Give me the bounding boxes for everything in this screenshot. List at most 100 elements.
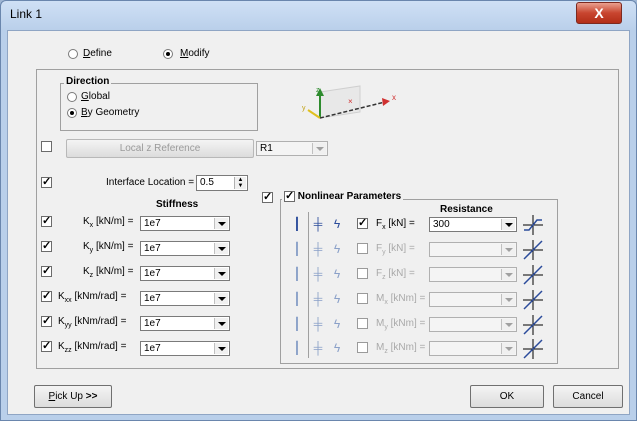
stiffness-ky-combo[interactable]: 1e7: [140, 241, 230, 256]
gap-icon[interactable]: ϟ: [330, 292, 344, 306]
nonlinear-legend: ✓ Nonlinear Parameters: [282, 191, 404, 205]
damper-icon[interactable]: ╪: [311, 317, 325, 331]
damper-icon[interactable]: ╪: [311, 242, 325, 256]
chevron-down-icon[interactable]: [214, 343, 228, 354]
separator: [308, 212, 309, 358]
resistance-fz-combo[interactable]: [429, 267, 517, 282]
axes-icon: z x y ×: [302, 85, 396, 119]
chevron-down-icon[interactable]: [214, 318, 228, 329]
resistance-mz-combo[interactable]: [429, 341, 517, 356]
chevron-down-icon[interactable]: [312, 143, 326, 154]
damper-icon[interactable]: ╪: [311, 217, 325, 231]
define-label[interactable]: Define: [83, 48, 112, 59]
chevron-down-icon[interactable]: [214, 243, 228, 254]
chevron-down-icon[interactable]: [501, 244, 515, 255]
gap-icon[interactable]: ϟ: [330, 242, 344, 256]
stiffness-kyy-checkbox[interactable]: ✓: [41, 316, 52, 327]
resistance-mx-checkbox[interactable]: [357, 293, 368, 304]
resistance-fx-label: Fx [kN] =: [376, 218, 415, 231]
linear-curve-icon: [523, 240, 543, 260]
axis-z-label: z: [316, 87, 320, 94]
close-button[interactable]: X: [576, 2, 622, 24]
stiffness-kz-checkbox[interactable]: ✓: [41, 266, 52, 277]
local-z-combo[interactable]: R1: [256, 141, 328, 156]
chevron-down-icon[interactable]: [214, 268, 228, 279]
resistance-fz-checkbox[interactable]: [357, 268, 368, 279]
title-bar[interactable]: Link 1 X: [1, 1, 636, 29]
axis-y-label: y: [302, 105, 306, 112]
resistance-fy-combo[interactable]: [429, 242, 517, 257]
define-radio[interactable]: [68, 49, 78, 59]
resistance-mx-combo[interactable]: [429, 292, 517, 307]
resistance-my-combo[interactable]: [429, 317, 517, 332]
global-label[interactable]: Global: [81, 91, 110, 102]
cancel-button[interactable]: Cancel: [553, 385, 623, 408]
stiffness-kzz-combo[interactable]: 1e7: [140, 341, 230, 356]
spring-icon[interactable]: ┃: [290, 341, 304, 355]
spin-arrows-icon[interactable]: ▲ ▼: [234, 177, 246, 189]
gap-icon[interactable]: ϟ: [330, 317, 344, 331]
gap-icon[interactable]: ϟ: [330, 217, 344, 231]
interface-checkbox[interactable]: ✓: [41, 177, 52, 188]
chevron-down-icon[interactable]: [501, 294, 515, 305]
local-z-reference-button[interactable]: Local z Reference: [66, 139, 254, 158]
window-title: Link 1: [10, 7, 43, 21]
stiffness-kzz-checkbox[interactable]: ✓: [41, 341, 52, 352]
modify-radio[interactable]: [163, 49, 173, 59]
chevron-down-icon[interactable]: [214, 218, 228, 229]
nonlinear-inner-checkbox[interactable]: ✓: [284, 191, 295, 202]
stiffness-ky-checkbox[interactable]: ✓: [41, 241, 52, 252]
spring-icon[interactable]: ┃: [290, 292, 304, 306]
local-z-combo-value: R1: [260, 143, 273, 154]
resistance-fx-checkbox[interactable]: ✓: [357, 218, 368, 229]
gap-icon[interactable]: ϟ: [330, 267, 344, 281]
stiffness-kz-combo[interactable]: 1e7: [140, 266, 230, 281]
stiffness-kzz-label: Kzz [kNm/rad] =: [58, 341, 127, 354]
resistance-fy-checkbox[interactable]: [357, 243, 368, 254]
nonlinear-outer-checkbox[interactable]: ✓: [262, 192, 273, 203]
stiffness-kyy-combo[interactable]: 1e7: [140, 316, 230, 331]
chevron-down-icon[interactable]: [501, 343, 515, 354]
stiffness-kxx-combo[interactable]: 1e7: [140, 291, 230, 306]
dialog-window: Link 1 X Define Modify Direction Global …: [0, 0, 637, 421]
chevron-down-icon[interactable]: [214, 293, 228, 304]
modify-label[interactable]: Modify: [180, 48, 209, 59]
gap-icon[interactable]: ϟ: [330, 341, 344, 355]
stiffness-kx-checkbox[interactable]: ✓: [41, 216, 52, 227]
damper-icon[interactable]: ╪: [311, 292, 325, 306]
spring-icon[interactable]: ┃: [290, 242, 304, 256]
direction-title: Direction: [64, 76, 112, 87]
resistance-fx-combo[interactable]: 300: [429, 217, 517, 232]
interface-spin[interactable]: 0.5 ▲ ▼: [196, 175, 248, 191]
stiffness-kx-combo[interactable]: 1e7: [140, 216, 230, 231]
resistance-fy-label: Fy [kN] =: [376, 243, 415, 256]
dialog-body: Define Modify Direction Global By Geomet…: [7, 30, 630, 415]
chevron-down-icon[interactable]: [501, 269, 515, 280]
spring-icon[interactable]: ┃: [290, 267, 304, 281]
ok-button[interactable]: OK: [470, 385, 544, 408]
axis-x-label: x: [392, 93, 396, 102]
resistance-mx-label: Mx [kNm] =: [376, 293, 426, 306]
svg-text:×: ×: [348, 97, 353, 106]
resistance-mz-checkbox[interactable]: [357, 342, 368, 353]
global-radio[interactable]: [67, 92, 77, 102]
stiffness-kxx-checkbox[interactable]: ✓: [41, 291, 52, 302]
local-z-checkbox[interactable]: [41, 141, 52, 152]
resistance-mz-label: Mz [kNm] =: [376, 342, 426, 355]
by-geometry-radio[interactable]: [67, 108, 77, 118]
linear-curve-icon: [523, 339, 543, 359]
stiffness-header: Stiffness: [156, 199, 199, 210]
spring-icon[interactable]: ┃: [290, 317, 304, 331]
damper-icon[interactable]: ╪: [311, 341, 325, 355]
interface-value: 0.5: [200, 177, 214, 188]
chevron-down-icon[interactable]: [501, 219, 515, 230]
resistance-my-checkbox[interactable]: [357, 318, 368, 329]
damper-icon[interactable]: ╪: [311, 267, 325, 281]
by-geometry-label[interactable]: By Geometry: [81, 107, 139, 118]
stiffness-kx-label: Kx [kN/m] =: [83, 216, 134, 229]
chevron-down-icon[interactable]: [501, 319, 515, 330]
pick-up-button[interactable]: Pick Up >>: [34, 385, 112, 408]
linear-curve-icon: [523, 265, 543, 285]
linear-curve-icon: [523, 290, 543, 310]
spring-icon[interactable]: ┃: [290, 217, 304, 231]
